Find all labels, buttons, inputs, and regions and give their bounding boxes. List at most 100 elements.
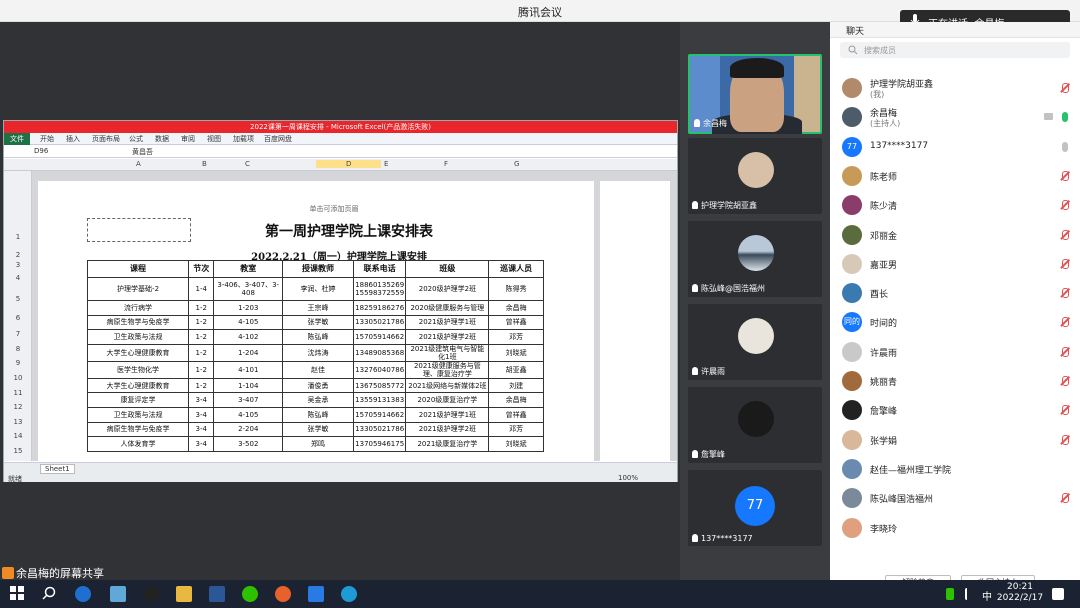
notification-icon[interactable]	[1052, 588, 1064, 600]
table-cell[interactable]: 1-2	[188, 300, 215, 316]
table-cell[interactable]: 2020级康复治疗学	[405, 392, 490, 408]
firefox-icon[interactable]	[275, 586, 291, 602]
table-cell[interactable]: 15705914662	[352, 329, 407, 345]
table-cell[interactable]: 13559131383	[352, 392, 407, 408]
table-cell[interactable]: 1-203	[213, 300, 284, 316]
col-course[interactable]: 课程	[86, 260, 190, 278]
video-tile[interactable]: 詹擎峰	[688, 387, 822, 463]
row-header[interactable]: 6	[4, 314, 32, 322]
table-cell[interactable]: 2020级健康服务与管理	[405, 300, 490, 316]
ribbon-tab[interactable]: 视图	[207, 134, 221, 144]
row-header[interactable]: 5	[4, 295, 32, 303]
table-cell[interactable]: 4-105	[213, 406, 284, 423]
table-cell[interactable]: 刘晓斌	[488, 343, 544, 362]
chat-tab[interactable]: 聊天	[846, 24, 864, 37]
column-header[interactable]: E	[384, 160, 388, 168]
mic-muted-icon[interactable]	[1060, 258, 1069, 270]
table-cell[interactable]: 3-4	[188, 406, 215, 423]
row-header[interactable]: 8	[4, 345, 32, 353]
member-item[interactable]: 姚丽青	[830, 367, 1080, 396]
table-cell[interactable]: 2-204	[213, 421, 284, 438]
mic-on-icon[interactable]	[1062, 112, 1068, 123]
wechat-icon[interactable]	[242, 586, 258, 602]
table-cell[interactable]: 3-502	[213, 436, 284, 452]
table-cell[interactable]: 李润、杜婷	[282, 277, 354, 301]
table-cell[interactable]: 2021级护理学1班	[405, 406, 490, 423]
table-cell[interactable]: 3-406、3-407、3-408	[213, 277, 284, 301]
row-header[interactable]: 13	[4, 418, 32, 426]
formula-input[interactable]: 黄昌吾	[132, 147, 153, 157]
video-tile-host[interactable]: 余昌梅	[688, 54, 822, 134]
member-item[interactable]: 陈少清	[830, 191, 1080, 220]
ribbon-file-tab[interactable]: 文件	[4, 133, 30, 145]
column-header[interactable]: F	[444, 160, 448, 168]
member-item[interactable]: 陈弘峰国浩福州	[830, 484, 1080, 513]
row-header[interactable]: 14	[4, 432, 32, 440]
table-cell[interactable]: 13705946175	[352, 436, 407, 452]
member-item[interactable]: 詹擎峰	[830, 396, 1080, 425]
table-cell[interactable]: 护理学基础-2	[86, 277, 190, 301]
ribbon-tab[interactable]: 插入	[66, 134, 80, 144]
table-cell[interactable]: 流行病学	[86, 300, 190, 316]
ribbon-tab[interactable]: 公式	[129, 134, 143, 144]
table-cell[interactable]: 13675085772	[352, 377, 407, 394]
table-cell[interactable]: 1-4	[188, 277, 215, 301]
column-header[interactable]: B	[202, 160, 207, 168]
table-cell[interactable]: 邓芳	[488, 421, 544, 438]
table-cell[interactable]: 3-407	[213, 392, 284, 408]
table-cell[interactable]: 13276040786	[352, 360, 407, 379]
column-header[interactable]: D	[316, 160, 382, 168]
table-cell[interactable]: 13305021786	[352, 421, 407, 438]
member-item[interactable]: 余昌梅 (主持人)	[830, 103, 1080, 132]
mic-muted-icon[interactable]	[1060, 405, 1069, 416]
column-header[interactable]: G	[514, 160, 519, 168]
member-item[interactable]: 酉长	[830, 279, 1080, 308]
member-item[interactable]: 77 137****3177	[830, 133, 1080, 162]
table-cell[interactable]: 大学生心理健康教育	[86, 377, 190, 394]
mic-muted-icon[interactable]	[1060, 346, 1069, 358]
table-cell[interactable]: 卫生政策与法规	[86, 406, 190, 423]
table-cell[interactable]: 曾祥鑫	[488, 314, 544, 331]
table-cell[interactable]: 刘建	[488, 377, 544, 394]
table-cell[interactable]: 2021级网络与新媒体2班	[405, 377, 490, 394]
table-cell[interactable]: 18259186276	[352, 300, 407, 316]
table-cell[interactable]: 郑鸣	[282, 436, 354, 452]
table-cell[interactable]: 刘晓斌	[488, 436, 544, 452]
mic-muted-icon[interactable]	[1060, 493, 1069, 504]
table-cell[interactable]: 1-2	[188, 343, 215, 362]
member-item[interactable]: 嘉亚男	[830, 250, 1080, 279]
ribbon-tab[interactable]: 审阅	[181, 134, 195, 144]
file-explorer-icon[interactable]	[176, 586, 192, 602]
row-header[interactable]: 15	[4, 447, 32, 455]
video-tile[interactable]: 陈弘峰@国浩福州	[688, 221, 822, 297]
tencent-meeting-icon[interactable]	[308, 586, 324, 602]
video-tile[interactable]: 77 137****3177	[688, 470, 822, 546]
mic-muted-icon[interactable]	[1060, 200, 1069, 211]
table-cell[interactable]: 陈弘峰	[282, 329, 354, 345]
mic-icon[interactable]	[1062, 141, 1068, 152]
ribbon-tab[interactable]: 加载项	[233, 134, 254, 144]
battery-icon[interactable]	[946, 588, 954, 600]
member-search-input[interactable]: 搜索成员	[840, 42, 1070, 58]
row-header[interactable]: 2	[4, 251, 32, 259]
table-cell[interactable]: 1-2	[188, 377, 215, 394]
mic-muted-icon[interactable]	[1060, 229, 1069, 241]
col-period[interactable]: 节次	[188, 260, 215, 278]
member-item[interactable]: 邓丽金	[830, 221, 1080, 250]
table-cell[interactable]: 18860135269 15598372559	[352, 277, 407, 301]
row-header[interactable]: 1	[4, 233, 32, 241]
row-header[interactable]: 4	[4, 274, 32, 282]
table-cell[interactable]: 张学敏	[282, 314, 354, 331]
table-cell[interactable]: 王宗峰	[282, 300, 354, 316]
table-cell[interactable]: 3-4	[188, 421, 215, 438]
table-cell[interactable]: 吴金承	[282, 392, 354, 408]
row-header[interactable]: 11	[4, 389, 32, 397]
row-header[interactable]: 9	[4, 359, 32, 367]
table-cell[interactable]: 2021级康复治疗学	[405, 436, 490, 452]
camera-icon[interactable]	[1044, 113, 1053, 121]
member-item[interactable]: 护理学院胡亚鑫 (我)	[830, 74, 1080, 103]
table-cell[interactable]: 卫生政策与法规	[86, 329, 190, 345]
table-cell[interactable]: 3-4	[188, 436, 215, 452]
table-cell[interactable]: 13489085368	[352, 343, 407, 362]
table-cell[interactable]: 2020级护理学2班	[405, 277, 490, 301]
